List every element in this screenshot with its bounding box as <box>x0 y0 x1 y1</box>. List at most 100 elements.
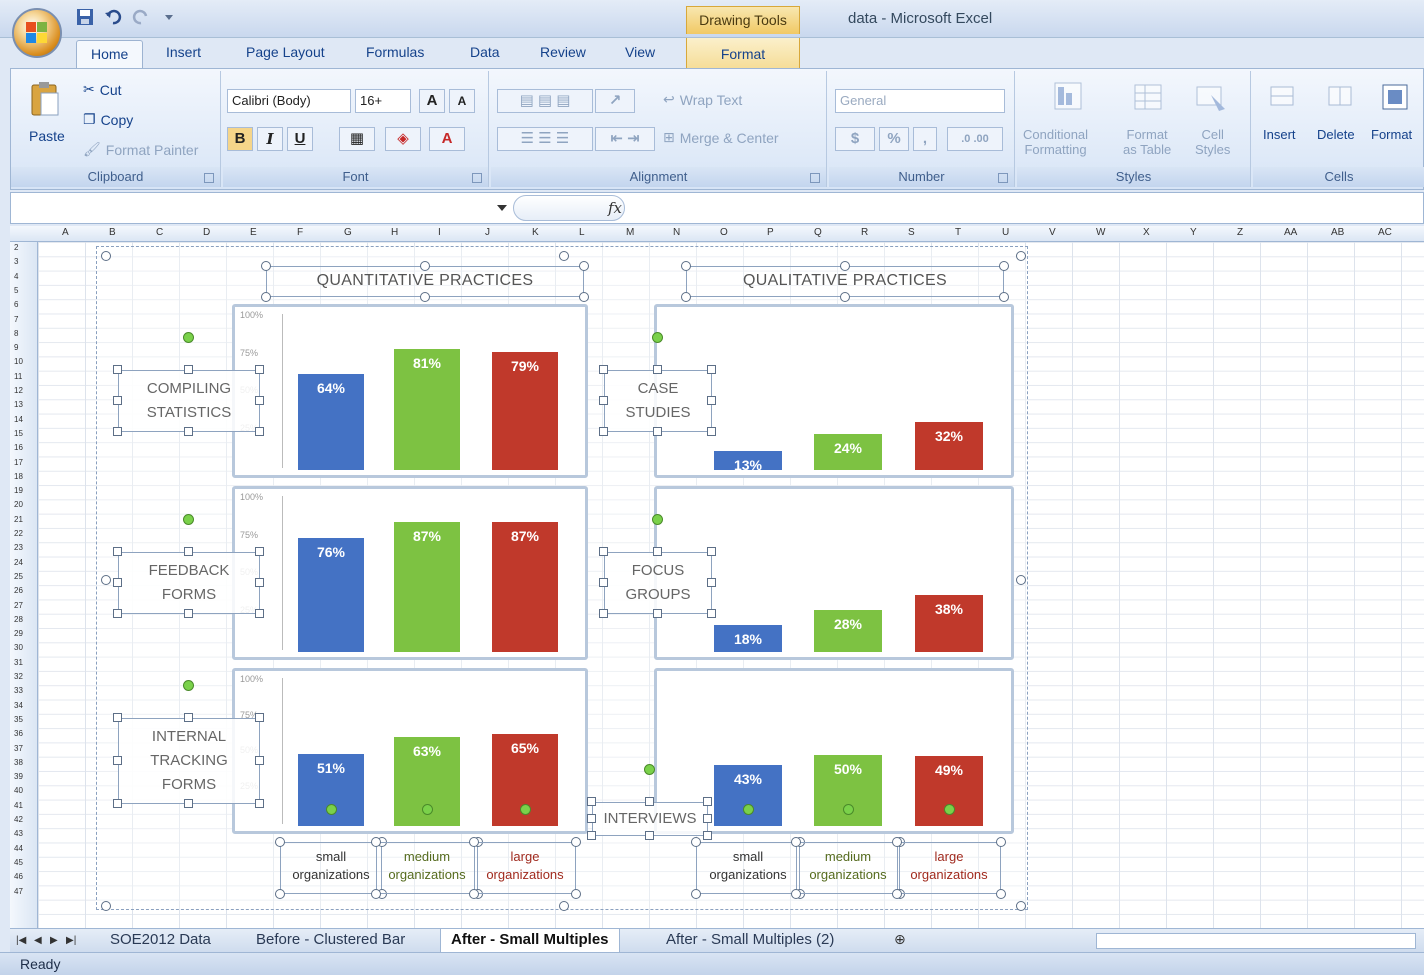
column-header-g[interactable]: G <box>344 227 352 238</box>
number-launcher-icon[interactable] <box>998 173 1008 183</box>
category-label-handle[interactable] <box>469 889 479 899</box>
row-header-29[interactable]: 29 <box>14 629 23 638</box>
decimal-buttons[interactable]: .0 .00 <box>947 127 1003 151</box>
quantitative-practices-title-handle[interactable] <box>420 261 430 271</box>
row-label-case-studies-handle[interactable] <box>599 396 608 405</box>
category-label-handle[interactable] <box>892 837 902 847</box>
category-rotate-handle[interactable] <box>743 804 754 815</box>
row-header-27[interactable]: 27 <box>14 601 23 610</box>
row-header-35[interactable]: 35 <box>14 715 23 724</box>
customize-toolbar-icon[interactable] <box>160 8 178 26</box>
column-header-k[interactable]: K <box>532 227 539 238</box>
category-label-handle[interactable] <box>996 889 1006 899</box>
row-label-case-studies-handle[interactable] <box>599 427 608 436</box>
insert-function-icon[interactable]: fx <box>608 199 622 217</box>
row-label-case-studies-handle[interactable] <box>707 396 716 405</box>
column-header-ab[interactable]: AB <box>1331 227 1344 238</box>
column-header-z[interactable]: Z <box>1237 227 1243 238</box>
format-cells-button[interactable]: Format <box>1371 127 1412 142</box>
prev-sheet-icon[interactable]: ◀ <box>34 935 42 946</box>
category-rotate-handle[interactable] <box>843 804 854 815</box>
borders-button[interactable]: ▦ <box>339 127 375 151</box>
fill-color-button[interactable]: ◈ <box>385 127 421 151</box>
column-header-aa[interactable]: AA <box>1284 227 1297 238</box>
first-sheet-icon[interactable]: |◀ <box>16 935 26 946</box>
column-header-i[interactable]: I <box>438 227 441 238</box>
sheet-tab-soe2012-data[interactable]: SOE2012 Data <box>110 931 211 948</box>
number-format-select[interactable]: General <box>835 89 1005 113</box>
row-header-11[interactable]: 11 <box>14 372 22 381</box>
tab-review[interactable]: Review <box>540 44 586 60</box>
row-header-12[interactable]: 12 <box>14 386 23 395</box>
category-label-handle[interactable] <box>691 837 701 847</box>
row-header-5[interactable]: 5 <box>14 286 18 295</box>
column-header-s[interactable]: S <box>908 227 915 238</box>
column-header-x[interactable]: X <box>1143 227 1150 238</box>
grow-font-button[interactable]: A <box>419 89 445 113</box>
row-label-compiling-statistics-handle[interactable] <box>184 365 193 374</box>
sheet-tab-before-clustered-bar[interactable]: Before - Clustered Bar <box>256 931 405 948</box>
category-label-handle[interactable] <box>691 889 701 899</box>
italic-button[interactable]: I <box>257 127 283 151</box>
indent-buttons[interactable]: ⇤ ⇥ <box>595 127 655 151</box>
quantitative-practices-title-handle[interactable] <box>420 292 430 302</box>
row-label-compiling-statistics-handle[interactable] <box>255 427 264 436</box>
sheet-tab-after-small-multiples[interactable]: After - Small Multiples <box>440 929 620 953</box>
font-size-select[interactable]: 16+ <box>355 89 411 113</box>
name-box[interactable] <box>13 195 491 221</box>
row-label-interviews-handle[interactable] <box>587 831 596 840</box>
row-label-feedback-forms-rotate-handle[interactable] <box>183 514 194 525</box>
row-header-3[interactable]: 3 <box>14 257 18 266</box>
row-label-focus-groups-handle[interactable] <box>599 609 608 618</box>
row-label-case-studies-handle[interactable] <box>599 365 608 374</box>
qualitative-practices-title-handle[interactable] <box>681 292 691 302</box>
row-header-23[interactable]: 23 <box>14 543 23 552</box>
row-header-41[interactable]: 41 <box>14 801 23 810</box>
category-rotate-handle[interactable] <box>422 804 433 815</box>
column-header-m[interactable]: M <box>626 227 634 238</box>
column-header-q[interactable]: Q <box>814 227 822 238</box>
row-label-case-studies-handle[interactable] <box>653 365 662 374</box>
qualitative-practices-title-handle[interactable] <box>840 292 850 302</box>
chart-area-handle[interactable] <box>101 251 111 261</box>
chart-area-handle[interactable] <box>101 901 111 911</box>
save-icon[interactable] <box>76 8 94 26</box>
name-box-dropdown-icon[interactable] <box>497 205 507 211</box>
tab-home[interactable]: Home <box>76 40 144 70</box>
column-header-w[interactable]: W <box>1096 227 1105 238</box>
category-label-handle[interactable] <box>275 837 285 847</box>
category-label-handle[interactable] <box>996 837 1006 847</box>
cell-styles-button[interactable]: Cell Styles <box>1195 127 1230 157</box>
column-header-y[interactable]: Y <box>1190 227 1197 238</box>
bold-button[interactable]: B <box>227 127 253 151</box>
row-header-4[interactable]: 4 <box>14 272 18 281</box>
undo-icon[interactable] <box>104 8 122 26</box>
row-label-internal-tracking-forms-handle[interactable] <box>113 799 122 808</box>
row-label-internal-tracking-forms-handle[interactable] <box>255 799 264 808</box>
row-header-20[interactable]: 20 <box>14 500 23 509</box>
row-label-feedback-forms-handle[interactable] <box>184 609 193 618</box>
copy-button[interactable]: ❐ Copy <box>83 111 133 128</box>
font-color-button[interactable]: A <box>429 127 465 151</box>
delete-cells-button[interactable]: Delete <box>1317 127 1355 142</box>
column-header-h[interactable]: H <box>391 227 398 238</box>
category-label-handle[interactable] <box>571 889 581 899</box>
chart-area-handle[interactable] <box>559 251 569 261</box>
row-label-interviews-handle[interactable] <box>587 797 596 806</box>
row-header-21[interactable]: 21 <box>14 515 23 524</box>
row-header-6[interactable]: 6 <box>14 300 18 309</box>
row-label-interviews-handle[interactable] <box>645 831 654 840</box>
row-label-compiling-statistics-handle[interactable] <box>184 427 193 436</box>
chart-area-handle[interactable] <box>559 901 569 911</box>
merge-center-button[interactable]: ⊞ Merge & Center <box>663 129 779 146</box>
column-header-r[interactable]: R <box>861 227 868 238</box>
row-header-15[interactable]: 15 <box>14 429 23 438</box>
row-label-interviews-handle[interactable] <box>587 814 596 823</box>
row-header-40[interactable]: 40 <box>14 786 23 795</box>
qualitative-practices-title-handle[interactable] <box>681 261 691 271</box>
row-label-feedback-forms-handle[interactable] <box>184 547 193 556</box>
sheet-tab-after-small-multiples-2[interactable]: After - Small Multiples (2) <box>666 931 834 948</box>
quantitative-practices-title-handle[interactable] <box>579 261 589 271</box>
clipboard-launcher-icon[interactable] <box>204 173 214 183</box>
column-header-t[interactable]: T <box>955 227 961 238</box>
